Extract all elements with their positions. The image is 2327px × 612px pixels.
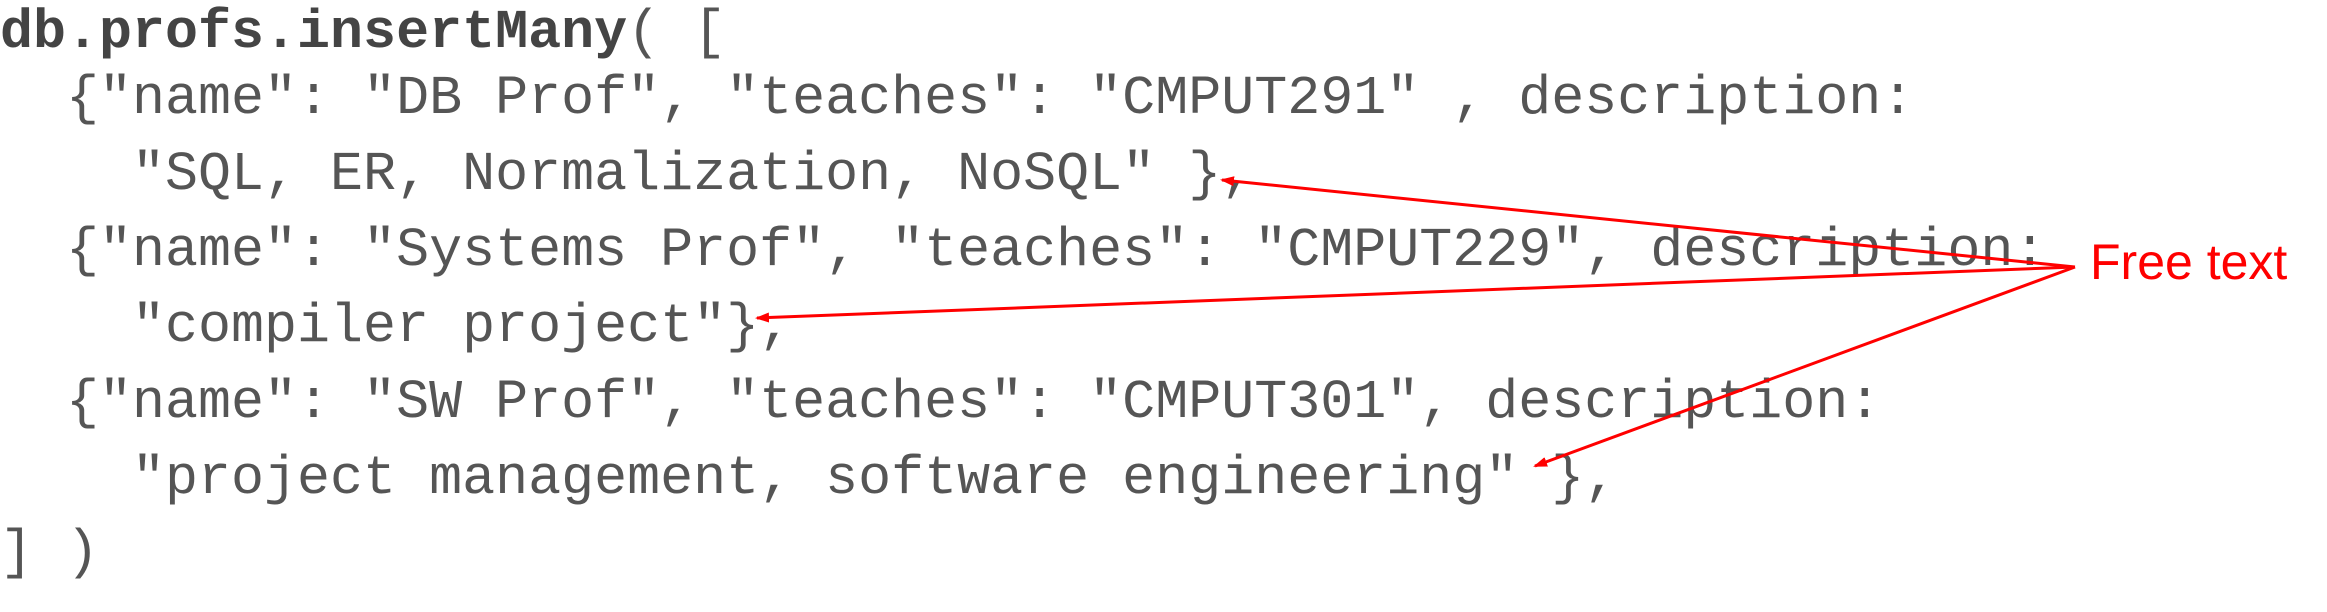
free-text-label: Free text: [2090, 234, 2288, 290]
code-line-2: {"name": "DB Prof", "teaches": "CMPUT291…: [0, 67, 1915, 130]
code-line-8: ] ): [0, 521, 100, 584]
code-line-5: "compiler project"},: [0, 295, 793, 358]
code-block: db.profs.insertMany( [ {"name": "DB Prof…: [0, 0, 2327, 612]
code-line-1: db.profs.insertMany( [: [0, 0, 726, 66]
code-line-6: {"name": "SW Prof", "teaches": "CMPUT301…: [0, 371, 1882, 434]
code-line-7: "project management, software engineerin…: [0, 447, 1618, 510]
code-line-4: {"name": "Systems Prof", "teaches": "CMP…: [0, 219, 2047, 282]
method-args-open: ( [: [627, 1, 727, 64]
method-call: db.profs.insertMany: [0, 1, 628, 64]
code-line-3: "SQL, ER, Normalization, NoSQL" },: [0, 143, 1255, 206]
